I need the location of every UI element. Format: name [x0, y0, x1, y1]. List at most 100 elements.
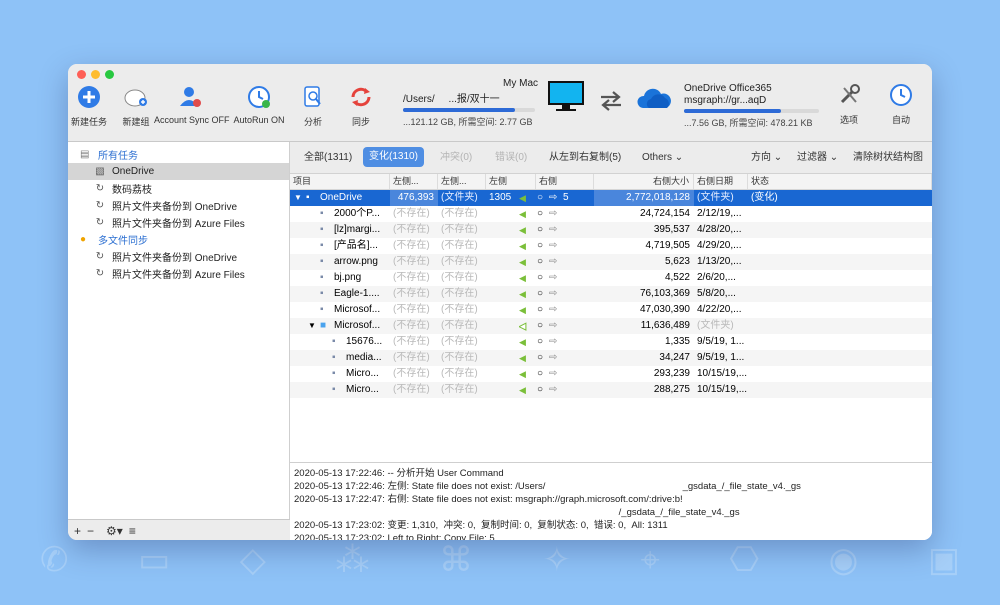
sidebar-all-tasks-label: 所有任务: [98, 151, 138, 162]
monitor-icon: [548, 81, 584, 111]
log-line: 2020-05-13 17:23:02: Left to Right: Copy…: [294, 533, 495, 540]
file-icon: ▪: [320, 288, 324, 299]
column-header[interactable]: 项目: [290, 174, 390, 189]
table-row[interactable]: ▪ bj.png (不存在) (不存在) ◀ ○ ⇨ 4,522 2/6/20,...: [290, 270, 932, 286]
left-location[interactable]: My Mac /Users/ ...报/双十一 ...121.12 GB, 所需…: [403, 78, 538, 128]
table-row[interactable]: ▪ media... (不存在) (不存在) ◀ ○ ⇨ 34,247 9/5/19, 1...: [290, 350, 932, 366]
autorun-button[interactable]: AutoRun ON: [231, 84, 287, 125]
sidebar-item-a-2[interactable]: ↻ 照片文件夹备份到 OneDrive: [68, 197, 289, 214]
remove-icon[interactable]: −: [87, 524, 94, 538]
left-size-cell: (不存在): [393, 336, 430, 347]
account-sync-button[interactable]: Account Sync OFF: [154, 84, 230, 125]
menu-icon[interactable]: ≡: [129, 524, 136, 538]
tab-conflict[interactable]: 冲突(0): [440, 150, 472, 166]
table-row[interactable]: ▪ Eagle-1.... (不存在) (不存在) ◀ ○ ⇨ 76,103,369 5/8/2…: [290, 286, 932, 302]
tab-left-to-right[interactable]: 从左到右复制(5): [549, 150, 621, 166]
left-size-cell: (不存在): [393, 384, 430, 395]
new-task-button[interactable]: 新建任务: [70, 84, 108, 128]
column-header[interactable]: 左侧...: [390, 174, 438, 189]
right-arrow-icon: ⇨: [549, 336, 558, 347]
left-size-cell: (不存在): [393, 240, 430, 251]
table-row[interactable]: ▼ ▪ OneDrive 476,393 (文件夹) 1305 ◀ ○ ⇨ 5 2,772,018,…: [290, 190, 932, 206]
gear-icon[interactable]: ⚙▾: [106, 524, 123, 538]
sidebar-item-b-1[interactable]: ↻ 照片文件夹备份到 Azure Files: [68, 265, 289, 282]
status-circle-icon: ○: [537, 208, 544, 219]
file-name: Microsof...: [334, 304, 381, 315]
left-date-cell: (不存在): [441, 240, 478, 251]
sidebar-item-label: 照片文件夹备份到 OneDrive: [112, 253, 238, 264]
left-space-text: ...121.12 GB, 所需空间: 2.77 GB: [403, 117, 533, 127]
column-header[interactable]: 左侧: [486, 174, 536, 189]
filter-dropdown[interactable]: 过滤器 ⌄: [797, 150, 838, 166]
right-arrow-icon: ⇨: [549, 256, 558, 267]
add-icon[interactable]: +: [74, 524, 81, 538]
sync-task-icon: ↻: [95, 183, 105, 194]
right-location[interactable]: OneDrive Office365 msgraph://gr...aqD ..…: [684, 83, 834, 129]
right-date-cell: 9/5/19, 1...: [697, 352, 745, 363]
log-line: /_gsdata_/_file_state_v4._gs: [294, 507, 740, 518]
left-size-cell: (不存在): [393, 304, 430, 315]
minimize-window-button[interactable]: [91, 70, 100, 79]
clear-tree-button[interactable]: 清除树状结构图: [853, 150, 923, 166]
table-row[interactable]: ▪ arrow.png (不存在) (不存在) ◀ ○ ⇨ 5,623 1/13/20,...: [290, 254, 932, 270]
right-size-cell: 293,239: [653, 368, 690, 379]
file-name: Microsof...: [334, 320, 381, 331]
status-circle-icon: ○: [537, 336, 544, 347]
right-size-cell: 4,719,505: [645, 240, 691, 251]
left-space-fill: [403, 108, 516, 112]
sidebar-item-label: 照片文件夹备份到 Azure Files: [112, 219, 245, 230]
sidebar-item-a-3[interactable]: ↻ 照片文件夹备份到 Azure Files: [68, 214, 289, 231]
right-date-cell: 2/6/20,...: [697, 272, 736, 283]
sun-icon: ●: [80, 234, 87, 245]
column-header[interactable]: 左侧...: [438, 174, 486, 189]
sidebar-multi-sync-label: 多文件同步: [98, 236, 148, 247]
expand-triangle-icon[interactable]: ▼: [308, 318, 318, 334]
right-size-cell: 24,724,154: [639, 208, 690, 219]
file-icon: ▪: [332, 368, 336, 379]
sidebar-multi-sync[interactable]: ● 多文件同步: [68, 231, 289, 248]
tab-error[interactable]: 错误(0): [495, 150, 527, 166]
sidebar-item-a-1[interactable]: ↻ 数码荔枝: [68, 180, 289, 197]
tab-changed[interactable]: 变化(1310): [363, 147, 424, 167]
table-row[interactable]: ▪ [产品名]... (不存在) (不存在) ◀ ○ ⇨ 4,719,505 4/29/20,.…: [290, 238, 932, 254]
left-location-path: /Users/ ...报/双十一: [403, 94, 500, 105]
copy-left-arrow-icon: ◀: [519, 369, 526, 379]
analyze-icon: [304, 86, 321, 107]
zoom-window-button[interactable]: [105, 70, 114, 79]
right-date-cell: 5/8/20,...: [697, 288, 736, 299]
sidebar-item-a-0[interactable]: ▧ OneDrive: [68, 163, 289, 180]
table-row[interactable]: ▪ Micro... (不存在) (不存在) ◀ ○ ⇨ 288,275 10/15/19,..…: [290, 382, 932, 398]
file-icon: ▪: [306, 192, 310, 203]
sidebar-all-tasks[interactable]: ▤ 所有任务: [68, 146, 289, 163]
column-header[interactable]: 右侧日期: [694, 174, 748, 189]
table-row[interactable]: ▪ 2000个P... (不存在) (不存在) ◀ ○ ⇨ 24,724,154 2/12/19…: [290, 206, 932, 222]
others-dropdown[interactable]: Others ⌄: [642, 150, 683, 166]
swap-arrows-icon[interactable]: [598, 90, 624, 112]
sidebar-item-b-0[interactable]: ↻ 照片文件夹备份到 OneDrive: [68, 248, 289, 265]
new-group-button[interactable]: 新建组: [118, 84, 154, 128]
close-window-button[interactable]: [77, 70, 86, 79]
right-date-cell: (文件夹): [697, 320, 734, 331]
expand-triangle-icon[interactable]: ▼: [294, 190, 304, 206]
status-circle-icon: ○: [537, 288, 544, 299]
tab-all[interactable]: 全部(1311): [304, 150, 352, 166]
auto-button[interactable]: 自动: [886, 82, 916, 126]
column-header[interactable]: 右侧大小: [594, 174, 694, 189]
analyze-button[interactable]: 分析: [296, 84, 330, 128]
file-name: bj.png: [334, 272, 362, 283]
right-date-cell: (文件夹): [697, 192, 734, 203]
left-date-cell: (不存在): [441, 304, 478, 315]
table-row[interactable]: ▪ 15676... (不存在) (不存在) ◀ ○ ⇨ 1,335 9/5/19, 1...: [290, 334, 932, 350]
options-button[interactable]: 选项: [834, 82, 864, 126]
direction-dropdown[interactable]: 方向 ⌄: [751, 150, 782, 166]
column-header[interactable]: 状态: [748, 174, 932, 189]
right-date-cell: 9/5/19, 1...: [697, 336, 745, 347]
table-row[interactable]: ▪ Micro... (不存在) (不存在) ◀ ○ ⇨ 293,239 10/15/19,..…: [290, 366, 932, 382]
sync-button[interactable]: 同步: [344, 84, 378, 128]
column-header[interactable]: 右侧: [536, 174, 594, 189]
file-icon: ▪: [320, 224, 324, 235]
table-row[interactable]: ▼ ■ Microsof... (不存在) (不存在) ◀ ○ ⇨ 11,636,489 (文件夹…: [290, 318, 932, 334]
table-row[interactable]: ▪ [lz]margi... (不存在) (不存在) ◀ ○ ⇨ 395,537 4/28/20…: [290, 222, 932, 238]
file-icon: ▪: [320, 272, 324, 283]
table-row[interactable]: ▪ Microsof... (不存在) (不存在) ◀ ○ ⇨ 47,030,390 4/22/…: [290, 302, 932, 318]
